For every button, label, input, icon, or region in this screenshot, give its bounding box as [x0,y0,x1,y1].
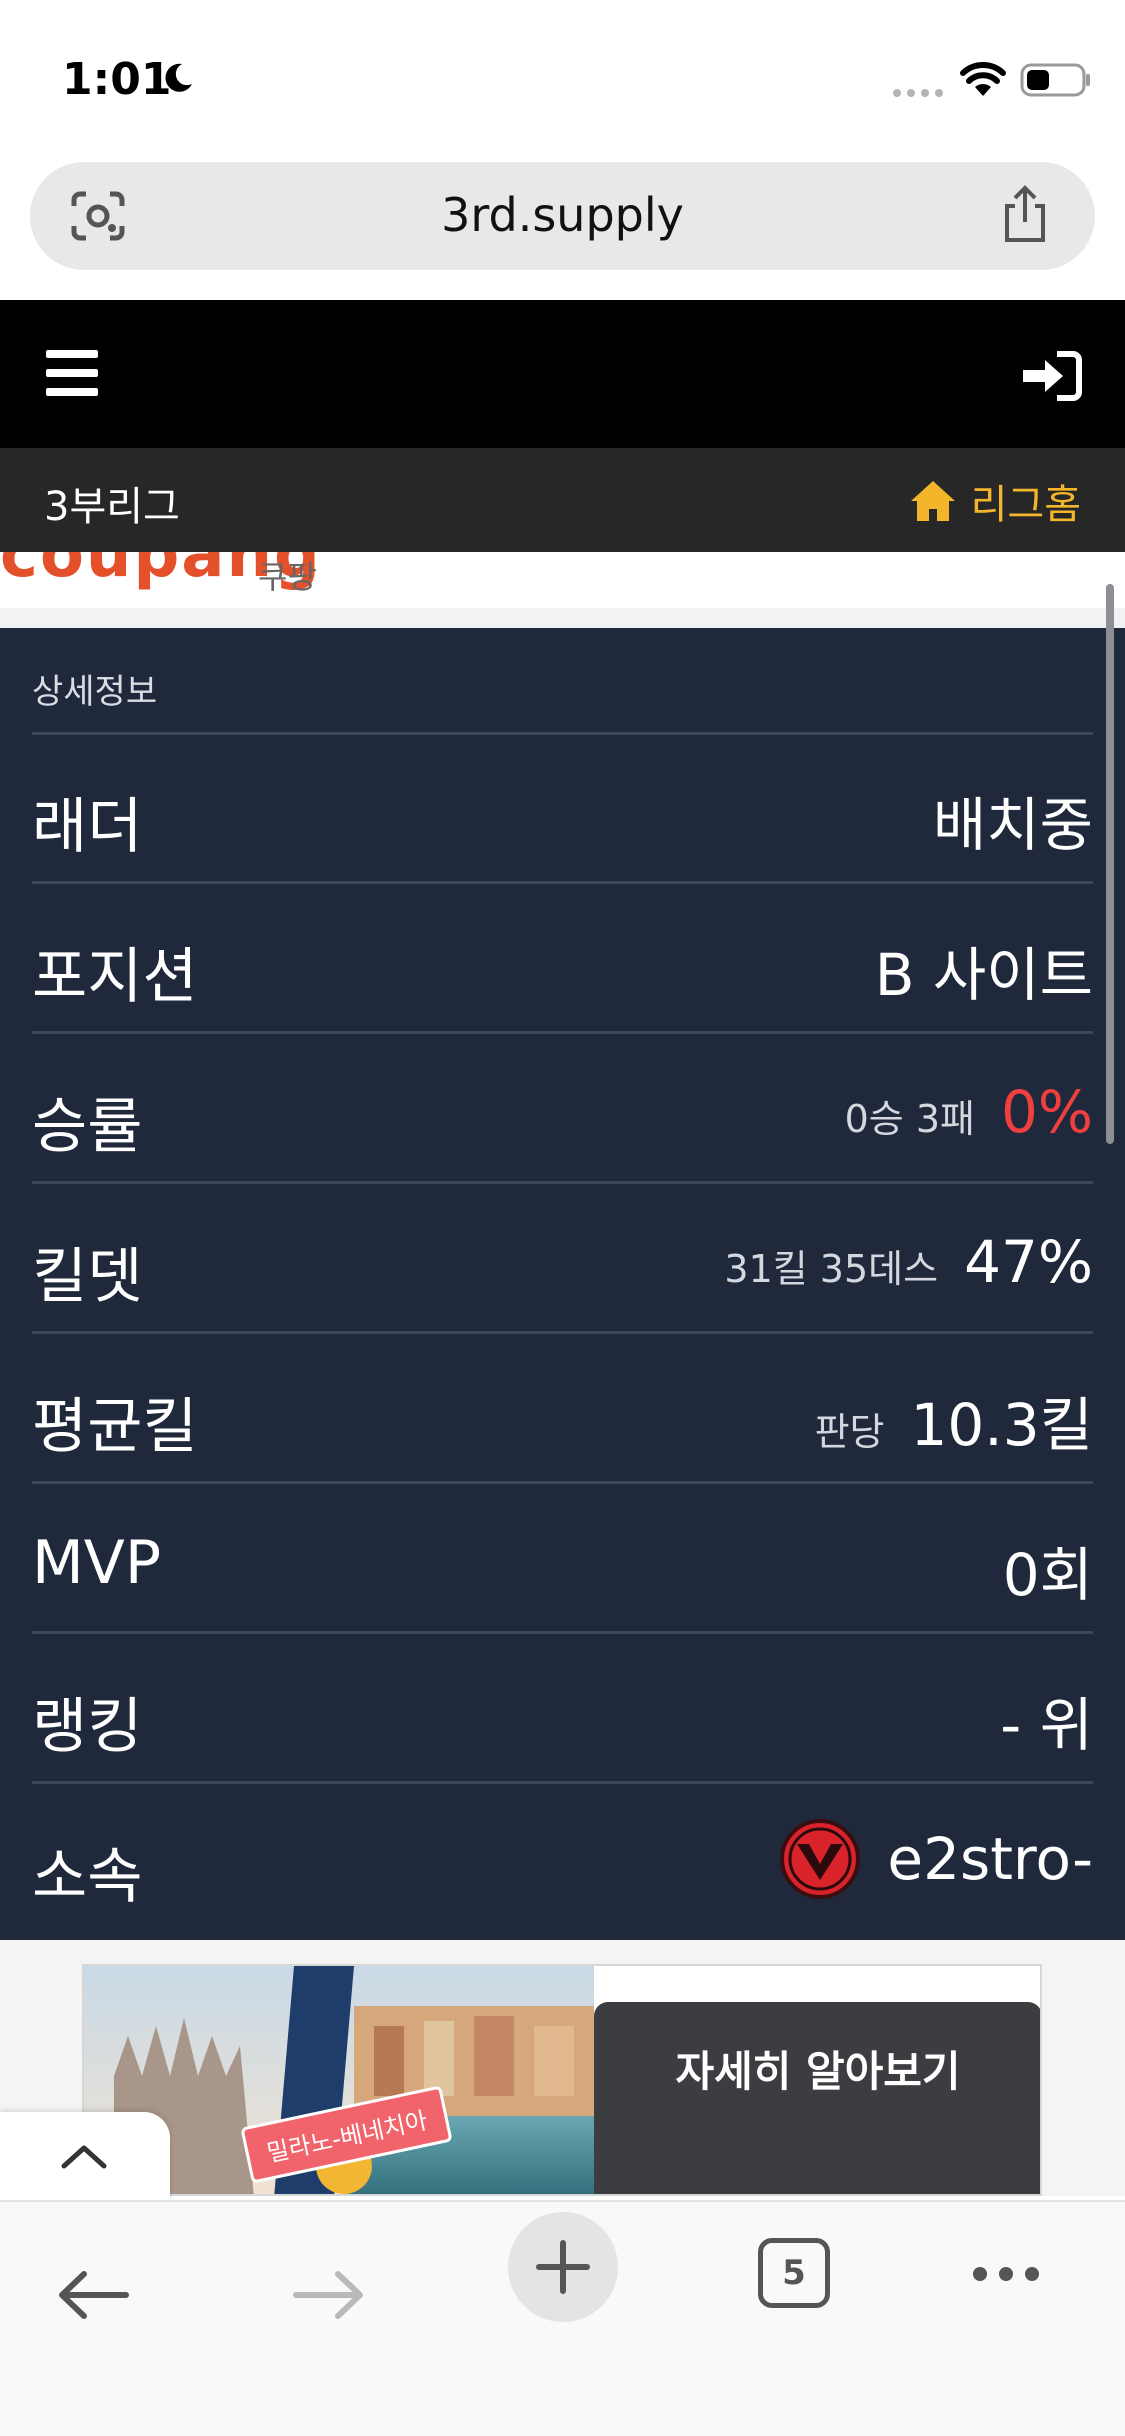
signal-icon [893,89,943,97]
row-label: 래더 [32,792,143,862]
wifi-icon [960,62,1006,96]
browser-toolbar: 5 [0,2200,1125,2436]
scrollbar[interactable] [1106,584,1114,1144]
scroll-top-button[interactable] [0,2112,170,2202]
back-arrow-icon[interactable] [56,2268,132,2322]
hamburger-menu-icon[interactable] [46,350,98,396]
login-icon[interactable] [1023,350,1083,402]
detail-row-team: 소속 e2stro- [32,1784,1093,1934]
detail-row-ranking: 랭킹 - 위 [32,1634,1093,1784]
battery-icon [1020,63,1090,97]
row-label: 랭킹 [32,1692,143,1762]
new-tab-button[interactable] [508,2212,618,2322]
status-bar: 1:01 [0,0,1125,160]
detail-row-position: 포지션 B 사이트 [32,884,1093,1034]
team-name: 쿠팡 [258,558,317,596]
plus-icon [536,2240,590,2294]
site-header [0,300,1125,448]
position-value: B 사이트 [874,941,1093,1009]
team-header: coupang 쿠팡 [0,552,1125,608]
ladder-value: 배치중 [932,791,1093,859]
kd-percent: 47% [964,1228,1093,1296]
row-label: MVP [32,1528,161,1598]
tabs-button[interactable]: 5 [758,2238,830,2308]
detail-row-winrate: 승률 0승 3패 0% [32,1034,1093,1184]
share-icon[interactable] [999,184,1051,244]
chevron-up-icon [61,2145,107,2169]
tabs-count: 5 [782,2253,806,2293]
detail-row-avg-kill: 평균킬 판당 10.3킬 [32,1334,1093,1484]
divider [0,608,1125,628]
team-emblem-icon [780,1819,861,1899]
status-time: 1:01 [62,54,172,105]
row-label: 소속 [32,1842,143,1912]
detail-panel: 상세정보 래더 배치중 포지션 B 사이트 승률 0승 3패 0% 킬뎃 31킬… [0,628,1125,1940]
mvp-value: 0회 [1002,1541,1093,1609]
league-name[interactable]: 3부리그 [44,474,180,532]
url-text[interactable]: 3rd.supply [30,188,1095,242]
league-home-link[interactable]: 리그홈 [909,472,1081,530]
team-link[interactable]: e2stro- [779,1818,1093,1900]
row-label: 킬뎃 [32,1242,143,1312]
avg-kill-prefix: 판당 [814,1410,885,1454]
winrate-percent: 0% [1000,1078,1093,1146]
row-label: 평균킬 [32,1392,198,1462]
row-label: 포지션 [32,942,198,1012]
avg-kill-value: 10.3킬 [910,1391,1093,1459]
panel-title: 상세정보 [32,672,158,712]
row-label: 승률 [32,1092,143,1162]
home-icon [910,481,955,521]
address-bar[interactable]: 3rd.supply [30,162,1095,270]
moon-icon [165,63,192,92]
kd-record: 31킬 35데스 [724,1247,939,1291]
forward-arrow-icon[interactable] [290,2268,366,2322]
detail-row-ladder: 래더 배치중 [32,734,1093,884]
detail-row-kd: 킬뎃 31킬 35데스 47% [32,1184,1093,1334]
winrate-record: 0승 3패 [844,1097,975,1141]
more-icon[interactable] [970,2264,1042,2284]
detail-row-mvp: MVP 0회 [32,1484,1093,1634]
ranking-value: - 위 [1000,1691,1093,1759]
learn-more-button[interactable]: 자세히 알아보기 [594,2002,1040,2194]
learn-more-label: 자세히 알아보기 [675,2047,961,2096]
league-bar: 3부리그 리그홈 [0,448,1125,552]
team-value: e2stro- [887,1825,1093,1893]
league-home-label: 리그홈 [970,482,1081,528]
ad-banner[interactable]: 밀라노-베네치아 자세히 알아보기 [82,1964,1042,2196]
